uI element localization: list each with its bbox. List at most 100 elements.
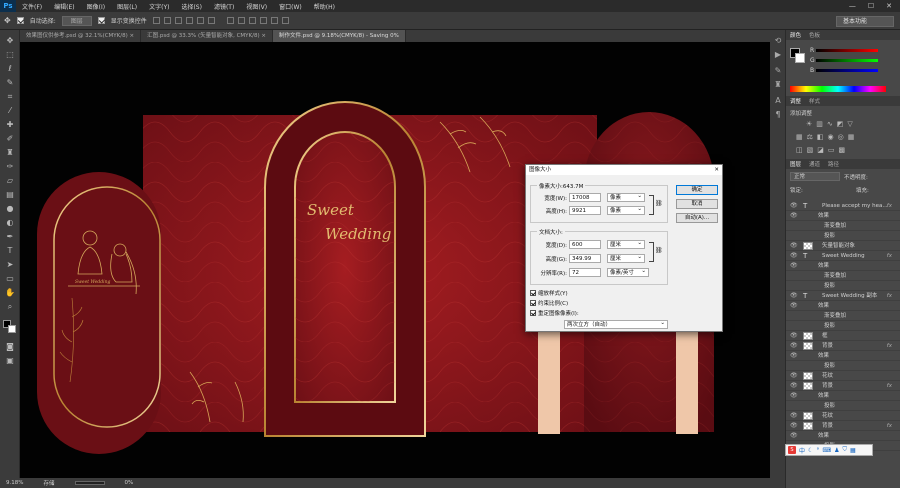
visibility-eye-icon[interactable]: 👁 bbox=[790, 241, 798, 251]
blend-mode-select[interactable]: 正常 bbox=[790, 172, 840, 181]
curves-icon[interactable]: ∿ bbox=[827, 120, 833, 128]
zoom-level[interactable]: 9.18% bbox=[6, 480, 23, 486]
doc-height-unit-select[interactable]: 厘米 bbox=[607, 253, 645, 263]
lookup-icon[interactable]: ▦ bbox=[848, 133, 855, 141]
constrain-checkbox[interactable]: 约束比例(C) bbox=[530, 299, 568, 307]
tab-production-file[interactable]: 制作文件.psd @ 9.18%(CMYK/8) - Saving 0% bbox=[273, 30, 406, 42]
layer-row[interactable]: 渐变叠加 bbox=[786, 271, 900, 281]
visibility-eye-icon[interactable]: 👁 bbox=[790, 331, 798, 341]
tab-layers[interactable]: 图层 bbox=[790, 160, 801, 168]
tab-color[interactable]: 颜色 bbox=[790, 31, 801, 39]
distribute-right-icon[interactable] bbox=[281, 17, 289, 24]
auto-select-checkbox[interactable] bbox=[16, 17, 24, 24]
ime-user-icon[interactable]: ♟ bbox=[834, 447, 839, 454]
layer-row[interactable]: 👁 T Please accept my hea... fx bbox=[786, 201, 900, 211]
shape-tool-icon[interactable]: ▭ bbox=[5, 274, 15, 283]
minimize-icon[interactable]: — bbox=[849, 2, 856, 10]
doc-width-input[interactable] bbox=[569, 240, 601, 249]
visibility-eye-icon[interactable]: 👁 bbox=[790, 421, 798, 431]
layer-row[interactable]: 👁 效果 bbox=[786, 211, 900, 221]
menu-item[interactable]: 窗口(W) bbox=[273, 2, 308, 11]
clone-source-icon[interactable]: ♜ bbox=[773, 80, 783, 90]
brightness-icon[interactable]: ☀ bbox=[806, 120, 812, 128]
close-icon[interactable]: ✕ bbox=[886, 2, 892, 10]
resample-checkbox[interactable]: 重定图像像素(I): bbox=[530, 309, 579, 317]
quick-mask-icon[interactable]: ◙ bbox=[5, 342, 15, 351]
color-spectrum[interactable] bbox=[790, 86, 886, 92]
character-icon[interactable]: A bbox=[773, 96, 783, 106]
clone-stamp-icon[interactable]: ♜ bbox=[5, 148, 15, 157]
distribute-hcenter-icon[interactable] bbox=[270, 17, 278, 24]
distribute-top-icon[interactable] bbox=[226, 17, 234, 24]
quick-select-tool-icon[interactable]: ✎ bbox=[5, 78, 15, 87]
visibility-eye-icon[interactable]: 👁 bbox=[790, 201, 798, 211]
ime-grid-icon[interactable]: ▦ bbox=[850, 447, 856, 454]
eyedropper-tool-icon[interactable]: ⁄ bbox=[5, 106, 15, 115]
menu-item[interactable]: 选择(S) bbox=[175, 2, 208, 11]
vibrance-icon[interactable]: ▽ bbox=[847, 120, 852, 128]
visibility-eye-icon[interactable]: 👁 bbox=[790, 291, 798, 301]
ime-keyboard-icon[interactable]: ⌨ bbox=[822, 447, 831, 454]
exposure-icon[interactable]: ◩ bbox=[837, 120, 844, 128]
show-transform-checkbox[interactable] bbox=[97, 17, 105, 24]
menu-item[interactable]: 编辑(E) bbox=[48, 2, 80, 11]
layer-fx-badge[interactable]: fx bbox=[887, 341, 892, 351]
tab-styles[interactable]: 样式 bbox=[809, 97, 820, 105]
visibility-eye-icon[interactable]: 👁 bbox=[790, 251, 798, 261]
move-tool-icon[interactable]: ✥ bbox=[5, 36, 15, 45]
layer-row[interactable]: 投影 bbox=[786, 281, 900, 291]
align-hcenter-icon[interactable] bbox=[196, 17, 204, 24]
tab-channels[interactable]: 通道 bbox=[809, 160, 820, 168]
type-tool-icon[interactable]: T bbox=[5, 246, 15, 255]
layer-row[interactable]: 👁 矢量智能对象 bbox=[786, 241, 900, 251]
history-icon[interactable]: ⟲ bbox=[773, 36, 783, 46]
g-slider[interactable] bbox=[816, 59, 878, 62]
background-color-swatch[interactable] bbox=[8, 325, 16, 333]
menu-item[interactable]: 文件(F) bbox=[16, 2, 48, 11]
visibility-eye-icon[interactable]: 👁 bbox=[790, 301, 798, 311]
layer-row[interactable]: 渐变叠加 bbox=[786, 311, 900, 321]
threshold-icon[interactable]: ◪ bbox=[817, 146, 824, 154]
hue-icon[interactable]: ▦ bbox=[796, 133, 803, 141]
layer-fx-badge[interactable]: fx bbox=[887, 381, 892, 391]
resample-method-select[interactable]: 两次立方（自动） bbox=[564, 319, 668, 329]
sogou-icon[interactable]: S bbox=[788, 446, 796, 454]
tab-reference[interactable]: 效果图仅供参考.psd @ 32.1%(CMYK/8) × bbox=[20, 30, 142, 42]
doc-height-input[interactable] bbox=[569, 254, 601, 263]
menu-item[interactable]: 图像(I) bbox=[81, 2, 111, 11]
scale-styles-checkbox[interactable]: 缩放样式(Y) bbox=[530, 289, 568, 297]
levels-icon[interactable]: ▥ bbox=[816, 120, 823, 128]
paragraph-icon[interactable]: ¶ bbox=[773, 110, 783, 120]
screen-mode-icon[interactable]: ▣ bbox=[5, 356, 15, 365]
layer-row[interactable]: 👁 背景 fx bbox=[786, 381, 900, 391]
brush-tool-icon[interactable]: ✐ bbox=[5, 134, 15, 143]
path-select-icon[interactable]: ➤ bbox=[5, 260, 15, 269]
ok-button[interactable]: 确定 bbox=[676, 185, 718, 195]
layer-row[interactable]: 投影 bbox=[786, 401, 900, 411]
height-unit-select[interactable]: 像素 bbox=[607, 205, 645, 215]
visibility-eye-icon[interactable]: 👁 bbox=[790, 431, 798, 441]
menu-item[interactable]: 图层(L) bbox=[111, 2, 143, 11]
ime-moon-icon[interactable]: ☾ bbox=[808, 447, 813, 454]
bw-icon[interactable]: ◧ bbox=[817, 133, 824, 141]
resolution-unit-select[interactable]: 像素/英寸 bbox=[607, 267, 649, 277]
color-balance-icon[interactable]: ⚖ bbox=[807, 133, 813, 141]
crop-tool-icon[interactable]: ⌗ bbox=[5, 92, 15, 101]
width-unit-select[interactable]: 像素 bbox=[607, 192, 645, 202]
ime-shirt-icon[interactable]: ⛉ bbox=[842, 446, 847, 454]
pen-tool-icon[interactable]: ✒ bbox=[5, 232, 15, 241]
align-top-icon[interactable] bbox=[152, 17, 160, 24]
doc-width-unit-select[interactable]: 厘米 bbox=[607, 239, 645, 249]
layer-row[interactable]: 渐变叠加 bbox=[786, 221, 900, 231]
hand-tool-icon[interactable]: ✋ bbox=[5, 288, 15, 297]
cancel-button[interactable]: 取消 bbox=[676, 199, 718, 209]
layer-row[interactable]: 👁 背景 fx bbox=[786, 341, 900, 351]
auto-select-target[interactable]: 图层 bbox=[61, 15, 92, 26]
zoom-tool-icon[interactable]: ⌕ bbox=[5, 302, 15, 311]
visibility-eye-icon[interactable]: 👁 bbox=[790, 351, 798, 361]
distribute-bottom-icon[interactable] bbox=[248, 17, 256, 24]
align-vcenter-icon[interactable] bbox=[163, 17, 171, 24]
align-left-icon[interactable] bbox=[185, 17, 193, 24]
layer-fx-badge[interactable]: fx bbox=[887, 421, 892, 431]
tab-paths[interactable]: 路径 bbox=[828, 160, 839, 168]
